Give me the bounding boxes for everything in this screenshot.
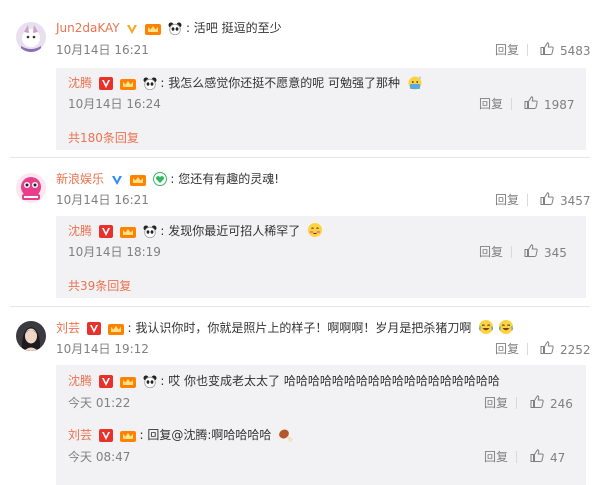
panda-icon <box>168 22 182 39</box>
like-count: 5483 <box>560 43 591 58</box>
like-button[interactable]: 47 <box>530 449 565 466</box>
reply-list: 沈腾 : 哎 你也变成老太太了 哈哈哈哈哈哈哈哈哈哈哈哈哈哈哈哈哈哈 今天 01… <box>56 365 586 485</box>
vip-crown-icon <box>119 429 136 446</box>
comment-thread: 新浪娱乐 : 您还有有趣的灵魂! 10月14日 16:21 回复 3457 沈腾… <box>0 158 600 308</box>
comment-thread: Jun2daKAY : 活吧 挺逗的至少 10月14日 16:21 回复 548… <box>0 0 600 150</box>
like-count: 47 <box>550 450 566 465</box>
reply-time: 10月14日 16:24 <box>68 97 161 111</box>
like-button[interactable]: 1987 <box>524 96 575 113</box>
reply-list: 沈腾 : 发现你最近可招人稀罕了 10月14日 18:19 回复 345 共39… <box>56 216 586 298</box>
action-divider <box>527 44 528 56</box>
verified-blue-v-icon <box>111 174 123 190</box>
comment-text: 我认识你时，你就是照片上的样子！啊啊啊！岁月是把杀猪刀啊 <box>135 321 472 335</box>
action-divider <box>527 343 528 355</box>
emoji-laugh-cry-icon <box>478 319 494 339</box>
vip-v-icon <box>98 429 113 446</box>
comment-text: 活吧 挺逗的至少 <box>193 21 282 35</box>
like-count: 2252 <box>560 342 591 357</box>
action-divider <box>527 194 528 206</box>
username[interactable]: 沈腾 <box>68 76 92 90</box>
action-divider <box>511 98 512 110</box>
more-replies-link[interactable]: 共39条回复 <box>68 278 131 294</box>
action-divider <box>516 451 517 463</box>
reply-list: 沈腾 : 我怎么感觉你还挺不愿意的呢 可勉强了那种 10月14日 16:24 回… <box>56 68 586 150</box>
more-replies-link[interactable]: 共180条回复 <box>68 130 139 146</box>
reply-line: 沈腾 : 我怎么感觉你还挺不愿意的呢 可勉强了那种 <box>68 74 423 94</box>
like-count: 3457 <box>560 193 591 208</box>
thumbs-up-icon <box>524 96 538 113</box>
reply-button[interactable]: 回复 <box>495 42 519 58</box>
reply-line: 刘芸 : 回复@沈腾:啊哈哈哈哈 <box>68 427 294 446</box>
avatar[interactable] <box>16 173 46 203</box>
reply-text: 回复@沈腾:啊哈哈哈哈 <box>147 428 272 442</box>
panda-icon <box>143 225 157 242</box>
username[interactable]: 沈腾 <box>68 224 92 238</box>
reply-time: 今天 01:22 <box>68 396 131 410</box>
like-button[interactable]: 2252 <box>540 341 591 358</box>
reply-line: 沈腾 : 哎 你也变成老太太了 哈哈哈哈哈哈哈哈哈哈哈哈哈哈哈哈哈哈 <box>68 373 500 392</box>
reply-time: 今天 08:47 <box>68 450 131 464</box>
emoji-laugh-cry-icon <box>498 319 514 339</box>
comment-line: Jun2daKAY : 活吧 挺逗的至少 <box>56 20 282 39</box>
vip-v-icon <box>98 77 113 94</box>
comment-thread: 刘芸 : 我认识你时，你就是照片上的样子！啊啊啊！岁月是把杀猪刀啊 10月14日… <box>0 307 600 485</box>
vip-crown-icon <box>129 173 146 190</box>
reply-text: 哎 你也变成老太太了 哈哈哈哈哈哈哈哈哈哈哈哈哈哈哈哈哈哈 <box>168 374 500 388</box>
reply-button[interactable]: 回复 <box>495 192 519 208</box>
username[interactable]: 沈腾 <box>68 374 92 388</box>
reply-time: 10月14日 18:19 <box>68 245 161 259</box>
reply-button[interactable]: 回复 <box>484 395 508 411</box>
username[interactable]: 刘芸 <box>56 321 80 335</box>
vip-v-icon <box>126 23 138 39</box>
username[interactable]: 新浪娱乐 <box>56 172 104 186</box>
emoji-sweat-icon <box>407 74 423 94</box>
green-heart-badge-icon <box>152 172 167 190</box>
username[interactable]: 刘芸 <box>68 428 92 442</box>
reply-button[interactable]: 回复 <box>479 244 503 260</box>
reply-button[interactable]: 回复 <box>484 449 508 465</box>
thumbs-up-icon <box>540 192 554 209</box>
vip-v-icon <box>98 375 113 392</box>
username[interactable]: Jun2daKAY <box>56 21 120 35</box>
reply-button[interactable]: 回复 <box>495 341 519 357</box>
reply-button[interactable]: 回复 <box>479 96 503 112</box>
comment-time: 10月14日 16:21 <box>56 193 149 207</box>
thumbs-up-icon <box>524 244 538 261</box>
emoji-blush-icon <box>307 222 323 242</box>
thumbs-up-icon <box>540 341 554 358</box>
like-count: 246 <box>550 396 573 411</box>
drumstick-icon <box>278 428 294 446</box>
reply-line: 沈腾 : 发现你最近可招人稀罕了 <box>68 222 323 242</box>
thumbs-up-icon <box>540 42 554 59</box>
comment-line: 新浪娱乐 : 您还有有趣的灵魂! <box>56 171 279 190</box>
reply-text: 我怎么感觉你还挺不愿意的呢 可勉强了那种 <box>168 76 401 90</box>
avatar[interactable] <box>16 321 46 351</box>
vip-crown-icon <box>119 225 136 242</box>
like-count: 1987 <box>544 97 575 112</box>
vip-crown-icon <box>145 22 162 39</box>
comment-time: 10月14日 19:12 <box>56 342 149 356</box>
comment-text: 您还有有趣的灵魂! <box>178 172 279 186</box>
vip-crown-icon <box>107 322 124 339</box>
like-button[interactable]: 246 <box>530 395 573 412</box>
comment-line: 刘芸 : 我认识你时，你就是照片上的样子！啊啊啊！岁月是把杀猪刀啊 <box>56 319 514 339</box>
vip-v-icon <box>86 322 101 339</box>
like-button[interactable]: 5483 <box>540 42 591 59</box>
reply-text: 发现你最近可招人稀罕了 <box>168 224 301 238</box>
thumbs-up-icon <box>530 449 544 466</box>
vip-v-icon <box>98 225 113 242</box>
like-count: 345 <box>544 245 567 260</box>
comment-time: 10月14日 16:21 <box>56 43 149 57</box>
panda-icon <box>143 375 157 392</box>
thumbs-up-icon <box>530 395 544 412</box>
avatar[interactable] <box>16 22 46 52</box>
like-button[interactable]: 345 <box>524 244 567 261</box>
panda-icon <box>143 77 157 94</box>
vip-crown-icon <box>119 375 136 392</box>
vip-crown-icon <box>119 77 136 94</box>
like-button[interactable]: 3457 <box>540 192 591 209</box>
action-divider <box>516 397 517 409</box>
action-divider <box>511 246 512 258</box>
